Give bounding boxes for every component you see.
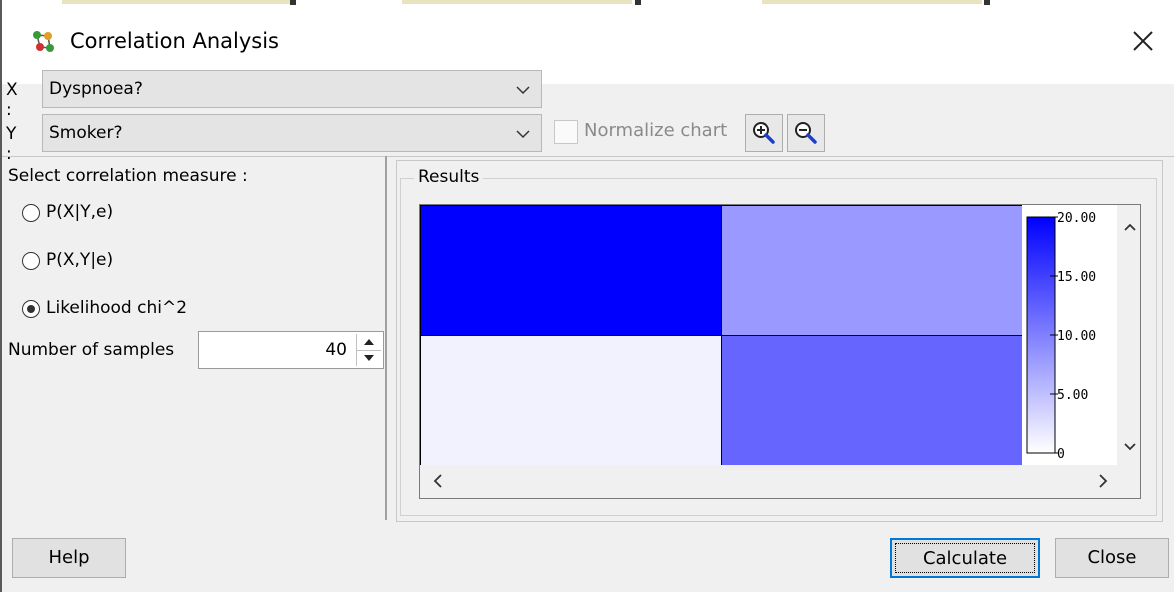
heatmap-cell (420, 205, 722, 336)
window-title: Correlation Analysis (70, 29, 279, 53)
horizontal-scrollbar[interactable] (420, 465, 1120, 497)
measure-heading: Select correlation measure : (8, 166, 248, 186)
spinner-down-button[interactable] (357, 350, 381, 366)
heatmap-cell (721, 205, 1023, 336)
samples-value[interactable]: 40 (325, 340, 347, 360)
legend-tick-label: 5.00 (1057, 388, 1088, 403)
correlation-dialog: Correlation Analysis X : Dyspnoea? Y : S… (0, 0, 1174, 592)
background-segment (62, 0, 292, 4)
calculate-button-label: Calculate (895, 543, 1035, 573)
radio-label: Likelihood chi^2 (46, 298, 188, 318)
chevron-right-icon[interactable] (1093, 465, 1113, 497)
close-button[interactable]: Close (1055, 538, 1169, 578)
radio-selected-dot (27, 305, 35, 313)
x-variable-select[interactable]: Dyspnoea? (42, 70, 542, 108)
measure-panel: Select correlation measure : P(X|Y,e) P(… (2, 156, 387, 520)
triangle-up-icon (364, 339, 374, 345)
heatmap-chart (420, 205, 1040, 465)
color-legend: 20.00 15.00 10.00 5.00 0 (1022, 205, 1117, 465)
network-nodes-icon (33, 31, 54, 52)
chevron-down-icon (516, 130, 530, 139)
help-button[interactable]: Help (12, 538, 126, 578)
y-variable-select[interactable]: Smoker? (42, 114, 542, 152)
background-tick (984, 0, 990, 5)
radio-circle[interactable] (22, 300, 40, 318)
triangle-down-icon (364, 355, 374, 361)
x-variable-value: Dyspnoea? (49, 79, 143, 99)
zoom-in-icon (753, 122, 775, 144)
x-label: X : (6, 80, 18, 120)
heatmap-cell (420, 335, 722, 465)
chevron-up-icon[interactable] (1120, 217, 1140, 237)
zoom-out-button[interactable] (787, 114, 825, 152)
radio-circle[interactable] (22, 252, 40, 270)
close-icon[interactable] (1130, 28, 1156, 54)
radio-label: P(X,Y|e) (46, 250, 114, 270)
chevron-left-icon[interactable] (428, 465, 448, 497)
legend-tick-label: 10.00 (1057, 329, 1096, 344)
color-legend-svg: 20.00 15.00 10.00 5.00 0 (1026, 211, 1096, 462)
results-title: Results (414, 167, 484, 187)
radio-label: P(X|Y,e) (46, 202, 114, 222)
calculate-button[interactable]: Calculate (890, 538, 1040, 578)
checkbox-box[interactable] (554, 120, 578, 144)
spinner-buttons (356, 334, 381, 366)
zoom-out-icon (795, 122, 817, 144)
legend-tick-label: 20.00 (1057, 211, 1096, 226)
heatmap-cell (721, 335, 1023, 465)
background-tick (635, 0, 641, 5)
chevron-down-icon[interactable] (1120, 437, 1140, 457)
radio-circle[interactable] (22, 204, 40, 222)
y-variable-value: Smoker? (49, 123, 123, 143)
background-segment (402, 0, 632, 4)
samples-label: Number of samples (8, 340, 175, 360)
normalize-chart-label: Normalize chart (584, 120, 728, 141)
vertical-scrollbar[interactable] (1120, 205, 1140, 465)
chevron-down-icon (516, 86, 530, 95)
legend-tick-label: 0 (1057, 447, 1065, 462)
legend-tick-label: 15.00 (1057, 270, 1096, 285)
background-strip (2, 0, 1174, 6)
zoom-in-button[interactable] (745, 114, 783, 152)
background-tick (290, 0, 296, 5)
spinner-up-button[interactable] (357, 334, 381, 351)
background-segment (762, 0, 982, 4)
samples-spinner[interactable]: 40 (198, 331, 384, 369)
